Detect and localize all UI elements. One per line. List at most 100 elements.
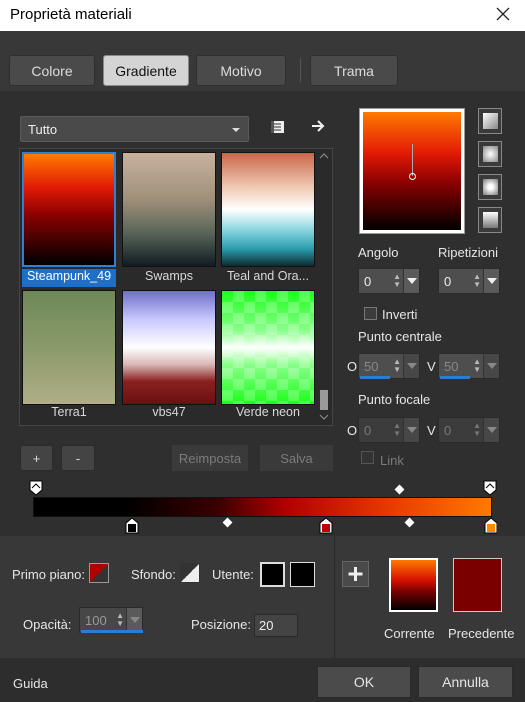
library-button[interactable] xyxy=(268,118,288,138)
rectangular-style-icon xyxy=(483,146,498,162)
style-rectangular-button[interactable] xyxy=(478,141,502,167)
gradient-preview[interactable] xyxy=(359,108,465,234)
angle-label: Angolo xyxy=(358,245,399,260)
previous-material-swatch[interactable] xyxy=(453,558,502,612)
gradient-tile-swamps[interactable] xyxy=(122,152,216,267)
chevron-down-icon[interactable] xyxy=(403,418,419,442)
category-dropdown-value: Tutto xyxy=(28,122,58,137)
center-o-label: O xyxy=(347,359,358,374)
tab-trama[interactable]: Trama xyxy=(310,55,398,86)
color-stop-orange[interactable] xyxy=(484,517,497,534)
position-label: Posizione: xyxy=(191,617,251,632)
spin-arrows-icon[interactable]: ▲ ▼ xyxy=(473,422,481,438)
user-color-swatch-1[interactable] xyxy=(260,562,285,587)
current-material-swatch[interactable] xyxy=(389,558,438,612)
link-checkbox[interactable] xyxy=(361,451,374,464)
gradient-tile-teal-orange[interactable] xyxy=(221,152,315,267)
chevron-down-icon[interactable] xyxy=(483,269,499,293)
window-title: Proprietà materiali xyxy=(10,6,132,23)
reset-button[interactable]: Reimposta xyxy=(172,445,248,471)
gradient-swatch xyxy=(22,152,116,267)
opacity-slider-bar xyxy=(81,630,143,633)
foreground-swatch[interactable] xyxy=(89,563,109,583)
scrollbar-thumb[interactable] xyxy=(320,390,328,410)
angle-handle-line xyxy=(412,144,413,176)
gradient-label: Teal and Ora... xyxy=(227,269,309,283)
position-input[interactable]: 20 xyxy=(254,614,298,637)
chevron-down-icon[interactable] xyxy=(403,269,419,293)
spin-arrows-icon[interactable]: ▲ ▼ xyxy=(116,612,124,628)
focal-o-value: 0 xyxy=(364,423,372,438)
spin-arrows-icon[interactable]: ▲ ▼ xyxy=(393,273,401,289)
remove-gradient-button[interactable]: - xyxy=(61,445,95,471)
library-icon xyxy=(271,121,284,133)
gradient-label: Swamps xyxy=(145,269,193,283)
title-bar: Proprietà materiali xyxy=(0,0,525,31)
repeats-label: Ripetizioni xyxy=(438,245,498,260)
arrow-right-icon xyxy=(312,120,325,132)
chevron-down-icon[interactable] xyxy=(126,608,142,632)
gradient-tile-steampunk[interactable] xyxy=(22,152,116,267)
gradient-label: vbs47 xyxy=(152,405,186,419)
center-o-spinner[interactable]: 50 ▲ ▼ xyxy=(358,353,420,379)
invert-label: Inverti xyxy=(382,307,418,322)
cancel-button[interactable]: Annulla xyxy=(418,666,513,698)
tab-separator xyxy=(300,58,301,82)
angle-spinner[interactable]: 0 ▲ ▼ xyxy=(358,268,420,294)
gradient-tile-terra1[interactable] xyxy=(22,290,116,405)
color-stop-black[interactable] xyxy=(125,517,139,534)
gallery-scrollbar[interactable] xyxy=(317,150,331,424)
add-gradient-button[interactable]: + xyxy=(20,445,53,471)
color-midpoint-2[interactable] xyxy=(404,517,415,528)
focal-v-spinner[interactable]: 0 ▲ ▼ xyxy=(438,417,500,443)
spin-arrows-icon[interactable]: ▲ ▼ xyxy=(393,422,401,438)
save-button[interactable]: Salva xyxy=(260,445,333,471)
background-swatch[interactable] xyxy=(180,563,200,583)
add-to-swatches-button[interactable] xyxy=(342,561,369,587)
opacity-stop-right[interactable] xyxy=(483,480,497,496)
bottom-panel xyxy=(0,536,525,658)
user-color-swatch-2[interactable] xyxy=(290,562,315,587)
gradient-tile-vbs47[interactable] xyxy=(122,290,216,405)
style-sunburst-button[interactable] xyxy=(478,174,502,200)
repeats-spinner[interactable]: 0 ▲ ▼ xyxy=(438,268,500,294)
center-v-value: 50 xyxy=(444,359,459,374)
gradient-tile-verde-neon[interactable] xyxy=(221,290,315,405)
chevron-down-icon[interactable] xyxy=(483,418,499,442)
tab-colore[interactable]: Colore xyxy=(9,55,95,86)
focal-o-label: O xyxy=(347,423,358,438)
angle-value: 0 xyxy=(364,274,372,289)
invert-checkbox[interactable] xyxy=(364,307,377,320)
spin-arrows-icon[interactable]: ▲ ▼ xyxy=(473,273,481,289)
linear-style-icon xyxy=(483,113,498,129)
angle-handle[interactable] xyxy=(409,173,416,180)
center-v-spinner[interactable]: 50 ▲ ▼ xyxy=(438,353,500,379)
style-linear-button[interactable] xyxy=(478,108,502,134)
help-link[interactable]: Guida xyxy=(13,676,48,691)
center-point-label: Punto centrale xyxy=(358,329,442,344)
gradient-swatch xyxy=(22,290,116,405)
focal-o-spinner[interactable]: 0 ▲ ▼ xyxy=(358,417,420,443)
close-button[interactable] xyxy=(490,1,516,27)
chevron-down-icon[interactable] xyxy=(403,354,419,378)
gradient-swatch xyxy=(221,152,315,267)
opacity-stop-left[interactable] xyxy=(29,480,43,496)
gradient-swatch xyxy=(221,290,315,405)
tab-motivo[interactable]: Motivo xyxy=(196,55,286,86)
spin-arrows-icon[interactable]: ▲ ▼ xyxy=(473,358,481,374)
opacity-midpoint[interactable] xyxy=(394,484,405,495)
color-midpoint-1[interactable] xyxy=(222,517,233,528)
ok-button[interactable]: OK xyxy=(317,666,411,698)
repeats-value: 0 xyxy=(444,274,452,289)
category-dropdown[interactable]: Tutto xyxy=(20,116,249,142)
style-radial-button[interactable] xyxy=(478,207,502,233)
tab-gradiente[interactable]: Gradiente xyxy=(103,55,189,86)
chevron-down-icon[interactable] xyxy=(483,354,499,378)
color-stop-red[interactable] xyxy=(319,517,333,534)
sunburst-style-icon xyxy=(483,179,498,195)
gradient-swatch xyxy=(122,290,216,405)
scroll-up-icon xyxy=(319,153,329,159)
opacity-spinner[interactable]: 100 ▲ ▼ xyxy=(79,607,143,633)
spin-arrows-icon[interactable]: ▲ ▼ xyxy=(393,358,401,374)
export-button[interactable] xyxy=(308,116,328,136)
